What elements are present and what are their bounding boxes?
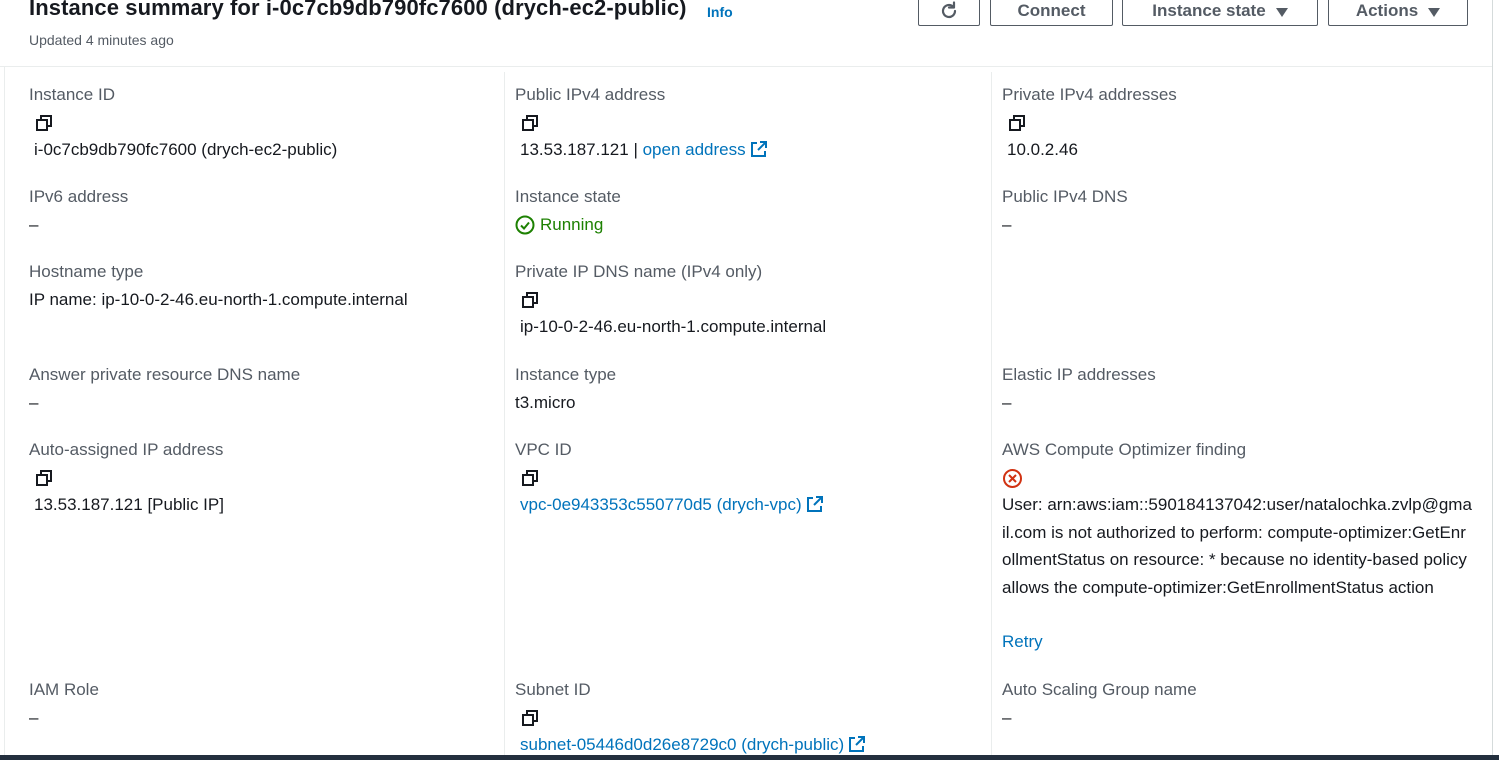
field-label: IAM Role: [29, 680, 99, 699]
refresh-icon: [941, 1, 957, 19]
field-label: Public IPv4 address: [515, 85, 666, 104]
error-circle-icon: [1003, 469, 1022, 488]
private-ipv4-value: 10.0.2.46: [1007, 140, 1078, 159]
vpc-id-value: vpc-0e943353c550770d5 (drych-vpc): [520, 495, 802, 514]
answer-dns-value: –: [29, 393, 39, 412]
actions-dropdown-label: Actions: [1355, 1, 1419, 20]
info-link[interactable]: Info: [707, 4, 733, 20]
instance-type-value: t3.micro: [515, 393, 576, 412]
copy-icon[interactable]: [35, 114, 53, 132]
instance-id-value: i-0c7cb9db790fc7600 (drych-ec2-public): [34, 140, 338, 159]
public-dns-value: –: [1002, 215, 1012, 234]
copy-icon[interactable]: [521, 114, 539, 132]
instance-state-dropdown[interactable]: Instance state: [1122, 0, 1318, 26]
copy-icon[interactable]: [1008, 114, 1026, 132]
field-label: Instance state: [515, 187, 621, 206]
vertical-scrollbar[interactable]: [1492, 0, 1499, 760]
field-public-ipv4-dns: Public IPv4 DNS –: [1002, 187, 1128, 234]
field-vpc-id: VPC ID vpc-0e943353c550770d5 (drych-vpc): [515, 440, 823, 514]
external-link-icon: [806, 496, 823, 512]
open-address-label: open address: [642, 140, 746, 159]
updated-timestamp: Updated 4 minutes ago: [29, 32, 174, 48]
public-ipv4-value: 13.53.187.121 |: [520, 140, 638, 159]
instance-state-value: Running: [540, 215, 604, 234]
field-label: Hostname type: [29, 262, 144, 281]
connect-button[interactable]: Connect: [990, 0, 1113, 26]
field-elastic-ip: Elastic IP addresses –: [1002, 365, 1156, 412]
field-label: AWS Compute Optimizer finding: [1002, 440, 1247, 459]
private-dns-value: ip-10-0-2-46.eu-north-1.compute.internal: [520, 317, 827, 336]
field-auto-scaling-group: Auto Scaling Group name –: [1002, 680, 1197, 727]
field-label: Private IP DNS name (IPv4 only): [515, 262, 763, 281]
iam-role-value: –: [29, 708, 39, 727]
field-label: Instance type: [515, 365, 617, 384]
bottom-bar: [0, 755, 1499, 760]
field-label: Private IPv4 addresses: [1002, 85, 1177, 104]
panel-left-border: [4, 66, 5, 760]
subnet-id-link[interactable]: subnet-05446d0d26e8729c0 (drych-public): [520, 735, 866, 755]
field-instance-type: Instance type t3.micro: [515, 365, 617, 412]
field-label: Auto Scaling Group name: [1002, 680, 1197, 699]
check-circle-icon: [515, 215, 535, 235]
field-private-ipv4: Private IPv4 addresses 10.0.2.46: [1002, 85, 1177, 159]
field-label: Subnet ID: [515, 680, 591, 699]
copy-icon[interactable]: [521, 291, 539, 309]
asg-name-value: –: [1002, 708, 1012, 727]
vpc-id-link[interactable]: vpc-0e943353c550770d5 (drych-vpc): [520, 495, 823, 515]
field-hostname-type: Hostname type IP name: ip-10-0-2-46.eu-n…: [29, 262, 408, 309]
subnet-id-value: subnet-05446d0d26e8729c0 (drych-public): [520, 735, 845, 754]
ipv6-value: –: [29, 215, 39, 234]
field-private-ip-dns: Private IP DNS name (IPv4 only) ip-10-0-…: [515, 262, 826, 336]
instance-summary-header: Instance summary for i-0c7cb9db790fc7600…: [0, 0, 1499, 67]
field-compute-optimizer: AWS Compute Optimizer finding User: arn:…: [1002, 440, 1472, 651]
instance-state-dropdown-label: Instance state: [1152, 1, 1266, 20]
field-answer-private-dns: Answer private resource DNS name –: [29, 365, 301, 412]
refresh-button[interactable]: [918, 0, 980, 26]
field-subnet-id: Subnet ID subnet-05446d0d26e8729c0 (dryc…: [515, 680, 866, 754]
field-public-ipv4: Public IPv4 address 13.53.187.121 | open…: [515, 85, 767, 159]
field-label: Answer private resource DNS name: [29, 365, 301, 384]
hostname-type-value: IP name: ip-10-0-2-46.eu-north-1.compute…: [29, 290, 408, 309]
column-divider: [504, 72, 505, 760]
auto-ip-value: 13.53.187.121 [Public IP]: [34, 495, 224, 514]
page-title: Instance summary for i-0c7cb9db790fc7600…: [29, 0, 687, 20]
field-instance-id: Instance ID i-0c7cb9db790fc7600 (drych-e…: [29, 85, 337, 159]
copy-icon[interactable]: [35, 469, 53, 487]
caret-down-icon: [1275, 7, 1288, 17]
field-label: Instance ID: [29, 85, 115, 104]
retry-link[interactable]: Retry: [1002, 632, 1043, 652]
field-auto-assigned-ip: Auto-assigned IP address 13.53.187.121 […: [29, 440, 224, 514]
field-label: VPC ID: [515, 440, 572, 459]
copy-icon[interactable]: [521, 709, 539, 727]
field-instance-state: Instance state Running: [515, 187, 621, 235]
external-link-icon: [750, 141, 767, 157]
copy-icon[interactable]: [521, 469, 539, 487]
field-ipv6-address: IPv6 address –: [29, 187, 129, 234]
instance-state-status: Running: [515, 215, 603, 235]
connect-button-label: Connect: [1017, 1, 1086, 20]
field-label: Auto-assigned IP address: [29, 440, 224, 459]
actions-dropdown[interactable]: Actions: [1328, 0, 1468, 26]
field-label: IPv6 address: [29, 187, 129, 206]
optimizer-finding-message: User: arn:aws:iam::590184137042:user/nat…: [1002, 495, 1472, 597]
caret-down-icon: [1428, 7, 1441, 17]
public-ipv4-row: 13.53.187.121 | open address: [520, 140, 767, 160]
elastic-ip-value: –: [1002, 393, 1012, 412]
field-label: Public IPv4 DNS: [1002, 187, 1128, 206]
field-iam-role: IAM Role –: [29, 680, 99, 727]
column-divider: [991, 72, 992, 760]
external-link-icon: [849, 736, 866, 752]
open-address-link[interactable]: open address: [643, 140, 767, 159]
field-label: Elastic IP addresses: [1002, 365, 1156, 384]
